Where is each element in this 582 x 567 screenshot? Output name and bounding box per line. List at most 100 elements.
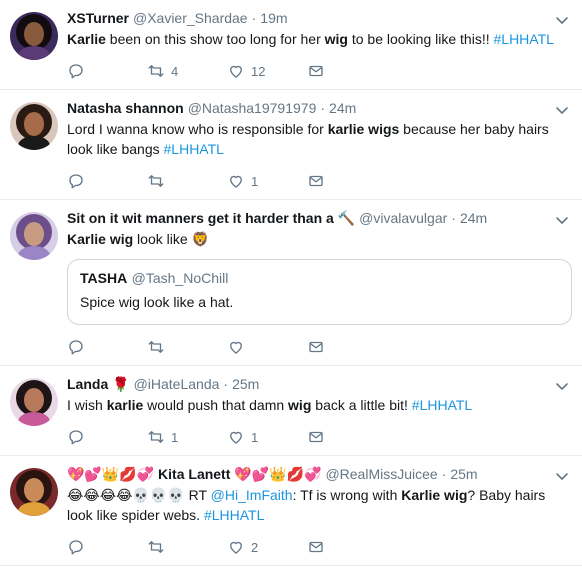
user-handle[interactable]: @iHateLanda — [134, 376, 220, 392]
retweet-icon — [148, 541, 164, 553]
tweet-text: Karlie been on this show too long for he… — [67, 29, 570, 49]
hashtag-link[interactable]: @Hi_ImFaith — [211, 487, 293, 503]
tweet[interactable]: XSTurner @Xavier_Shardae · 19m Karlie been o… — [0, 0, 582, 90]
text-segment: would push that damn — [143, 397, 289, 413]
hashtag-link[interactable]: #LHHATL — [204, 507, 264, 523]
text-segment: I wish — [67, 397, 107, 413]
text-segment: been on this show too long for her — [105, 31, 325, 47]
like-button[interactable]: 1 — [227, 172, 307, 190]
display-name[interactable]: 💖💕👑💋💞 Kita Lanett 💖💕👑💋💞 — [67, 466, 321, 483]
separator-dot: · — [320, 100, 326, 116]
caret-down-button[interactable] — [554, 468, 570, 484]
user-handle[interactable]: @Xavier_Shardae — [133, 10, 248, 26]
dm-button[interactable] — [307, 62, 387, 80]
hashtag-link[interactable]: #LHHATL — [164, 141, 224, 157]
tweet-header: XSTurner @Xavier_Shardae · 19m — [67, 8, 570, 28]
tweet[interactable]: Sit on it wit manners get it harder than… — [0, 200, 582, 366]
text-segment: look like 🦁 — [133, 231, 209, 247]
retweet-icon — [148, 341, 164, 353]
avatar-face — [24, 22, 44, 46]
caret-down-icon — [556, 473, 568, 480]
timestamp[interactable]: 24m — [329, 100, 356, 116]
hashtag-link[interactable]: #LHHATL — [494, 31, 554, 47]
caret-down-icon — [556, 383, 568, 390]
quoted-tweet-header: TASHA @Tash_NoChill — [80, 270, 559, 288]
reply-button[interactable] — [67, 172, 147, 190]
user-handle[interactable]: @Natasha19791979 — [188, 100, 317, 116]
display-name[interactable]: XSTurner — [67, 10, 129, 26]
quoted-user-handle: @Tash_NoChill — [131, 270, 229, 286]
reply-button[interactable] — [67, 428, 147, 446]
like-icon — [230, 431, 242, 444]
avatar[interactable] — [10, 378, 58, 426]
text-segment: Karlie wig — [401, 487, 468, 503]
tweet-text: Lord I wanna know who is responsible for… — [67, 119, 570, 159]
dm-button[interactable] — [307, 428, 387, 446]
like-icon — [230, 541, 242, 554]
like-button[interactable] — [227, 338, 307, 356]
quoted-tweet[interactable]: TASHA @Tash_NoChill Spice wig look like a… — [67, 259, 572, 325]
text-segment: to be looking like this!! — [347, 31, 494, 47]
text-segment: 😂😂😂😂💀💀💀 RT — [67, 487, 211, 503]
timestamp[interactable]: 25m — [232, 376, 259, 392]
text-segment: back a little bit! — [311, 397, 412, 413]
reply-button[interactable] — [67, 338, 147, 356]
text-segment: : Tf is wrong with — [292, 487, 402, 503]
display-name[interactable]: Sit on it wit manners get it harder than… — [67, 210, 355, 227]
separator-dot: · — [251, 10, 257, 26]
tweet-actions: 2 — [67, 529, 570, 565]
timestamp[interactable]: 24m — [460, 210, 487, 226]
hashtag-link[interactable]: #LHHATL — [412, 397, 472, 413]
tweet[interactable]: Landa 🌹 @iHateLanda · 25m I wish karlie woul… — [0, 366, 582, 456]
user-handle[interactable]: @RealMissJuicee — [325, 466, 437, 482]
retweet-icon — [148, 431, 164, 443]
avatar[interactable] — [10, 102, 58, 150]
caret-down-button[interactable] — [554, 212, 570, 228]
text-segment: Karlie — [67, 231, 106, 247]
separator-dot: · — [223, 376, 229, 392]
quoted-tweet-text: Spice wig look like a hat. — [80, 294, 234, 310]
tweet[interactable]: 💖💕👑💋💞 Kita Lanett 💖💕👑💋💞 @RealMissJuicee · 2… — [0, 456, 582, 566]
caret-down-button[interactable] — [554, 102, 570, 118]
reply-icon — [69, 64, 83, 79]
reply-button[interactable] — [67, 538, 147, 556]
like-button[interactable]: 2 — [227, 538, 307, 556]
retweet-button[interactable]: 4 — [147, 62, 227, 80]
tweet[interactable]: Natasha shannon @Natasha19791979 · 24m Lord … — [0, 90, 582, 200]
display-name[interactable]: Natasha shannon — [67, 100, 184, 116]
avatar[interactable] — [10, 212, 58, 260]
retweet-button[interactable] — [147, 172, 227, 190]
text-segment: Karlie — [67, 31, 106, 47]
timestamp[interactable]: 19m — [260, 10, 287, 26]
quoted-display-name: TASHA — [80, 270, 128, 286]
tweet-actions: 1 — [67, 163, 570, 199]
tweet-header: Sit on it wit manners get it harder than… — [67, 208, 570, 228]
dm-icon — [309, 431, 323, 443]
text-segment: wig — [109, 231, 134, 247]
dm-icon — [309, 65, 323, 77]
dm-icon — [309, 341, 323, 353]
text-segment: Lord I wanna know who is responsible for — [67, 121, 328, 137]
caret-down-button[interactable] — [554, 378, 570, 394]
avatar[interactable] — [10, 468, 58, 516]
dm-button[interactable] — [307, 172, 387, 190]
retweet-button[interactable]: 1 — [147, 428, 227, 446]
user-handle[interactable]: @vivalavulgar — [359, 210, 447, 226]
like-button[interactable]: 1 — [227, 428, 307, 446]
dm-button[interactable] — [307, 338, 387, 356]
retweet-button[interactable] — [147, 538, 227, 556]
like-button[interactable]: 12 — [227, 62, 307, 80]
avatar[interactable] — [10, 12, 58, 60]
retweet-button[interactable] — [147, 338, 227, 356]
like-count: 1 — [251, 429, 259, 445]
tweet-actions — [67, 329, 570, 365]
avatar-face — [24, 388, 44, 412]
timestamp[interactable]: 25m — [450, 466, 477, 482]
reply-button[interactable] — [67, 62, 147, 80]
dm-button[interactable] — [307, 538, 387, 556]
caret-down-button[interactable] — [554, 12, 570, 28]
caret-down-icon — [556, 107, 568, 114]
caret-down-icon — [556, 17, 568, 24]
display-name[interactable]: Landa 🌹 — [67, 376, 130, 393]
tweet-text: I wish karlie would push that damn wig b… — [67, 395, 570, 415]
